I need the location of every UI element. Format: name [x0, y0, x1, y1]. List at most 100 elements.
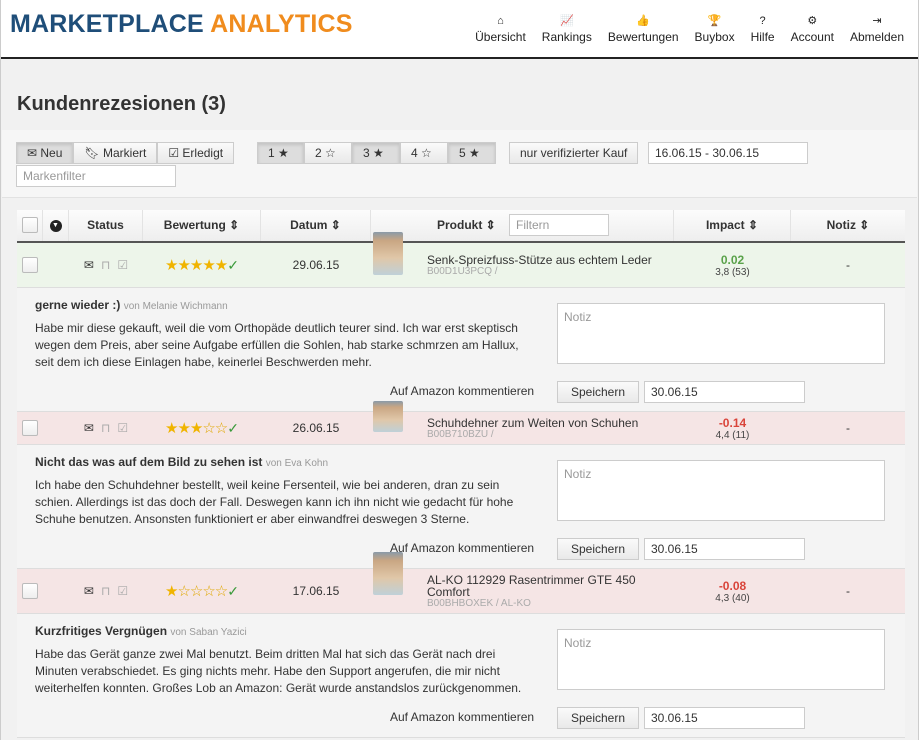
filter-2-star[interactable]: 2 ☆ [304, 142, 352, 164]
product-name[interactable]: Schuhdehner zum Weiten von Schuhen [427, 417, 674, 429]
table-header: ▼ Status Bewertung ⇕ Datum ⇕ Produkt ⇕ F… [17, 210, 905, 243]
product-asin: B00D1U3PCQ / [427, 265, 498, 277]
impact-value: -0.08 [718, 578, 747, 593]
reviews-table: ▼ Status Bewertung ⇕ Datum ⇕ Produkt ⇕ F… [17, 210, 905, 738]
filter-marked-button[interactable]: 🔖︎ Markiert [73, 142, 158, 164]
review-text: Habe das Gerät ganze zwei Mal benutzt. B… [35, 647, 522, 695]
filter-done-button[interactable]: ☑ Erledigt [157, 142, 235, 164]
product-filter-input[interactable]: Filtern [509, 214, 609, 236]
brand-filter-input[interactable]: Markenfilter [16, 165, 176, 187]
product-asin: B00BHBOXEK / AL-KO [427, 597, 531, 609]
envelope-icon[interactable]: ✉ [84, 421, 94, 435]
comment-on-amazon-link[interactable]: Auf Amazon kommentieren [390, 710, 534, 724]
filter-new-button[interactable]: ✉ Neu [16, 142, 74, 164]
col-status: Status [69, 210, 143, 241]
verified-purchase-button[interactable]: nur verifizierter Kauf [509, 142, 639, 164]
product-image[interactable] [373, 401, 403, 432]
rating-stars: ★★★★★ [165, 257, 228, 274]
home-icon: ⌂ [497, 15, 504, 27]
table-row[interactable]: ✉ ⊓ ☑ ★★★★★✓ 29.06.15 Senk-Spreizfuss-Stüt… [17, 232, 905, 288]
review-author: von Eva Kohn [265, 458, 328, 469]
col-product-sort[interactable]: Produkt ⇕ [437, 210, 496, 241]
review-text: Habe mir diese gekauft, weil die vom Ort… [35, 321, 519, 369]
row-checkbox[interactable] [22, 583, 38, 599]
verified-check-icon: ✓ [227, 583, 239, 599]
verified-check-icon: ✓ [227, 257, 239, 273]
table-row[interactable]: ✉ ⊓ ☑ ★★★☆☆✓ 26.06.15 Schuhdehner zum Weit… [17, 401, 905, 445]
trophy-icon: 🏆 [707, 15, 722, 27]
product-rating: 4,3 (40) [715, 592, 750, 604]
review-date: 26.06.15 [292, 421, 340, 435]
bulk-actions-dropdown-icon[interactable]: ▼ [49, 219, 62, 232]
bookmark-icon[interactable]: ⊓ [101, 584, 110, 598]
col-rating-sort[interactable]: Bewertung ⇕ [143, 210, 261, 241]
note-value: - [846, 584, 850, 598]
review-detail: gerne wieder :) von Melanie Wichmann Hab… [17, 288, 905, 412]
product-image[interactable] [373, 232, 403, 275]
nav-abmelden[interactable]: ⇥ Abmelden [842, 14, 912, 44]
rating-stars: ★★★☆☆ [165, 420, 228, 437]
main-nav: ⌂ Übersicht 📈 Rankings 👍 Bewertungen 🏆 Buybox? H… [467, 14, 912, 44]
gear-icon: ⚙ [807, 15, 818, 27]
nav-rankings[interactable]: 📈 Rankings [534, 14, 600, 44]
review-author: von Saban Yazici [170, 627, 247, 638]
filter-1-star[interactable]: 1 ★ [257, 142, 304, 164]
nav-account[interactable]: ⚙ Account [783, 14, 842, 44]
nav-buybox[interactable]: 🏆 Buybox [687, 14, 743, 44]
product-rating: 4,4 (11) [715, 429, 750, 441]
nav-hilfe[interactable]: ? Hilfe [743, 14, 783, 44]
filter-panel: ✉ Neu 🔖︎ Markiert ☑ Erledigt 1 ★ 2 ☆ 3 ★… [2, 130, 917, 198]
envelope-icon[interactable]: ✉ [84, 584, 94, 598]
note-textarea[interactable]: Notiz [557, 303, 885, 364]
col-date-sort[interactable]: Datum ⇕ [261, 210, 371, 241]
note-value: - [846, 421, 850, 435]
table-row[interactable]: ✉ ⊓ ☑ ★☆☆☆☆✓ 17.06.15 AL-KO 112929 Rasentr… [17, 552, 905, 614]
select-all-checkbox[interactable] [21, 217, 38, 233]
review-detail: Kurzfritiges Vergnügen von Saban Yazici … [17, 614, 905, 738]
review-title: gerne wieder :) von Melanie Wichmann [35, 298, 228, 312]
check-square-icon[interactable]: ☑ [117, 258, 128, 272]
filter-5-star[interactable]: 5 ★ [448, 142, 496, 164]
page-title: Kundenrezesionen (3) [17, 93, 226, 115]
product-image[interactable] [373, 552, 403, 595]
nav-bewertungen[interactable]: 👍 Bewertungen [600, 14, 687, 44]
row-checkbox[interactable] [22, 257, 38, 273]
comment-on-amazon-link[interactable]: Auf Amazon kommentieren [390, 541, 534, 555]
save-date-input[interactable]: 30.06.15 [644, 707, 805, 729]
review-date: 29.06.15 [292, 258, 340, 272]
bookmark-icon[interactable]: ⊓ [101, 421, 110, 435]
verified-check-icon: ✓ [227, 420, 239, 436]
logo[interactable]: MARKETPLACE ANALYTICS [10, 10, 353, 39]
filter-3-star[interactable]: 3 ★ [352, 142, 400, 164]
note-textarea[interactable]: Notiz [557, 460, 885, 521]
note-textarea[interactable]: Notiz [557, 629, 885, 690]
product-name[interactable]: AL-KO 112929 Rasentrimmer GTE 450 Comfor… [427, 574, 674, 598]
product-rating: 3,8 (53) [715, 266, 750, 278]
review-text: Ich habe den Schuhdehner bestellt, weil … [35, 478, 514, 526]
question-icon: ? [759, 15, 766, 27]
note-value: - [846, 258, 850, 272]
chart-line-icon: 📈 [559, 15, 574, 27]
save-button[interactable]: Speichern [557, 707, 639, 729]
impact-value: 0.02 [720, 252, 745, 267]
comment-on-amazon-link[interactable]: Auf Amazon kommentieren [390, 384, 534, 398]
row-checkbox[interactable] [22, 420, 38, 436]
review-author: von Melanie Wichmann [123, 301, 228, 312]
check-square-icon[interactable]: ☑ [117, 584, 128, 598]
envelope-icon[interactable]: ✉ [84, 258, 94, 272]
col-note-sort[interactable]: Notiz ⇕ [791, 210, 905, 241]
sign-out-icon: ⇥ [872, 15, 882, 27]
product-asin: B00B710BZU / [427, 428, 494, 440]
save-button[interactable]: Speichern [557, 381, 639, 403]
col-impact-sort[interactable]: Impact ⇕ [674, 210, 791, 241]
review-detail: Nicht das was auf dem Bild zu sehen ist … [17, 445, 905, 569]
date-range-input[interactable]: 16.06.15 - 30.06.15 [648, 142, 808, 164]
product-name[interactable]: Senk-Spreizfuss-Stütze aus echtem Leder [427, 254, 674, 266]
save-button[interactable]: Speichern [557, 538, 639, 560]
save-date-input[interactable]: 30.06.15 [644, 381, 805, 403]
bookmark-icon[interactable]: ⊓ [101, 258, 110, 272]
save-date-input[interactable]: 30.06.15 [644, 538, 805, 560]
nav-übersicht[interactable]: ⌂ Übersicht [467, 14, 534, 44]
filter-4-star[interactable]: 4 ☆ [400, 142, 448, 164]
check-square-icon[interactable]: ☑ [117, 421, 128, 435]
